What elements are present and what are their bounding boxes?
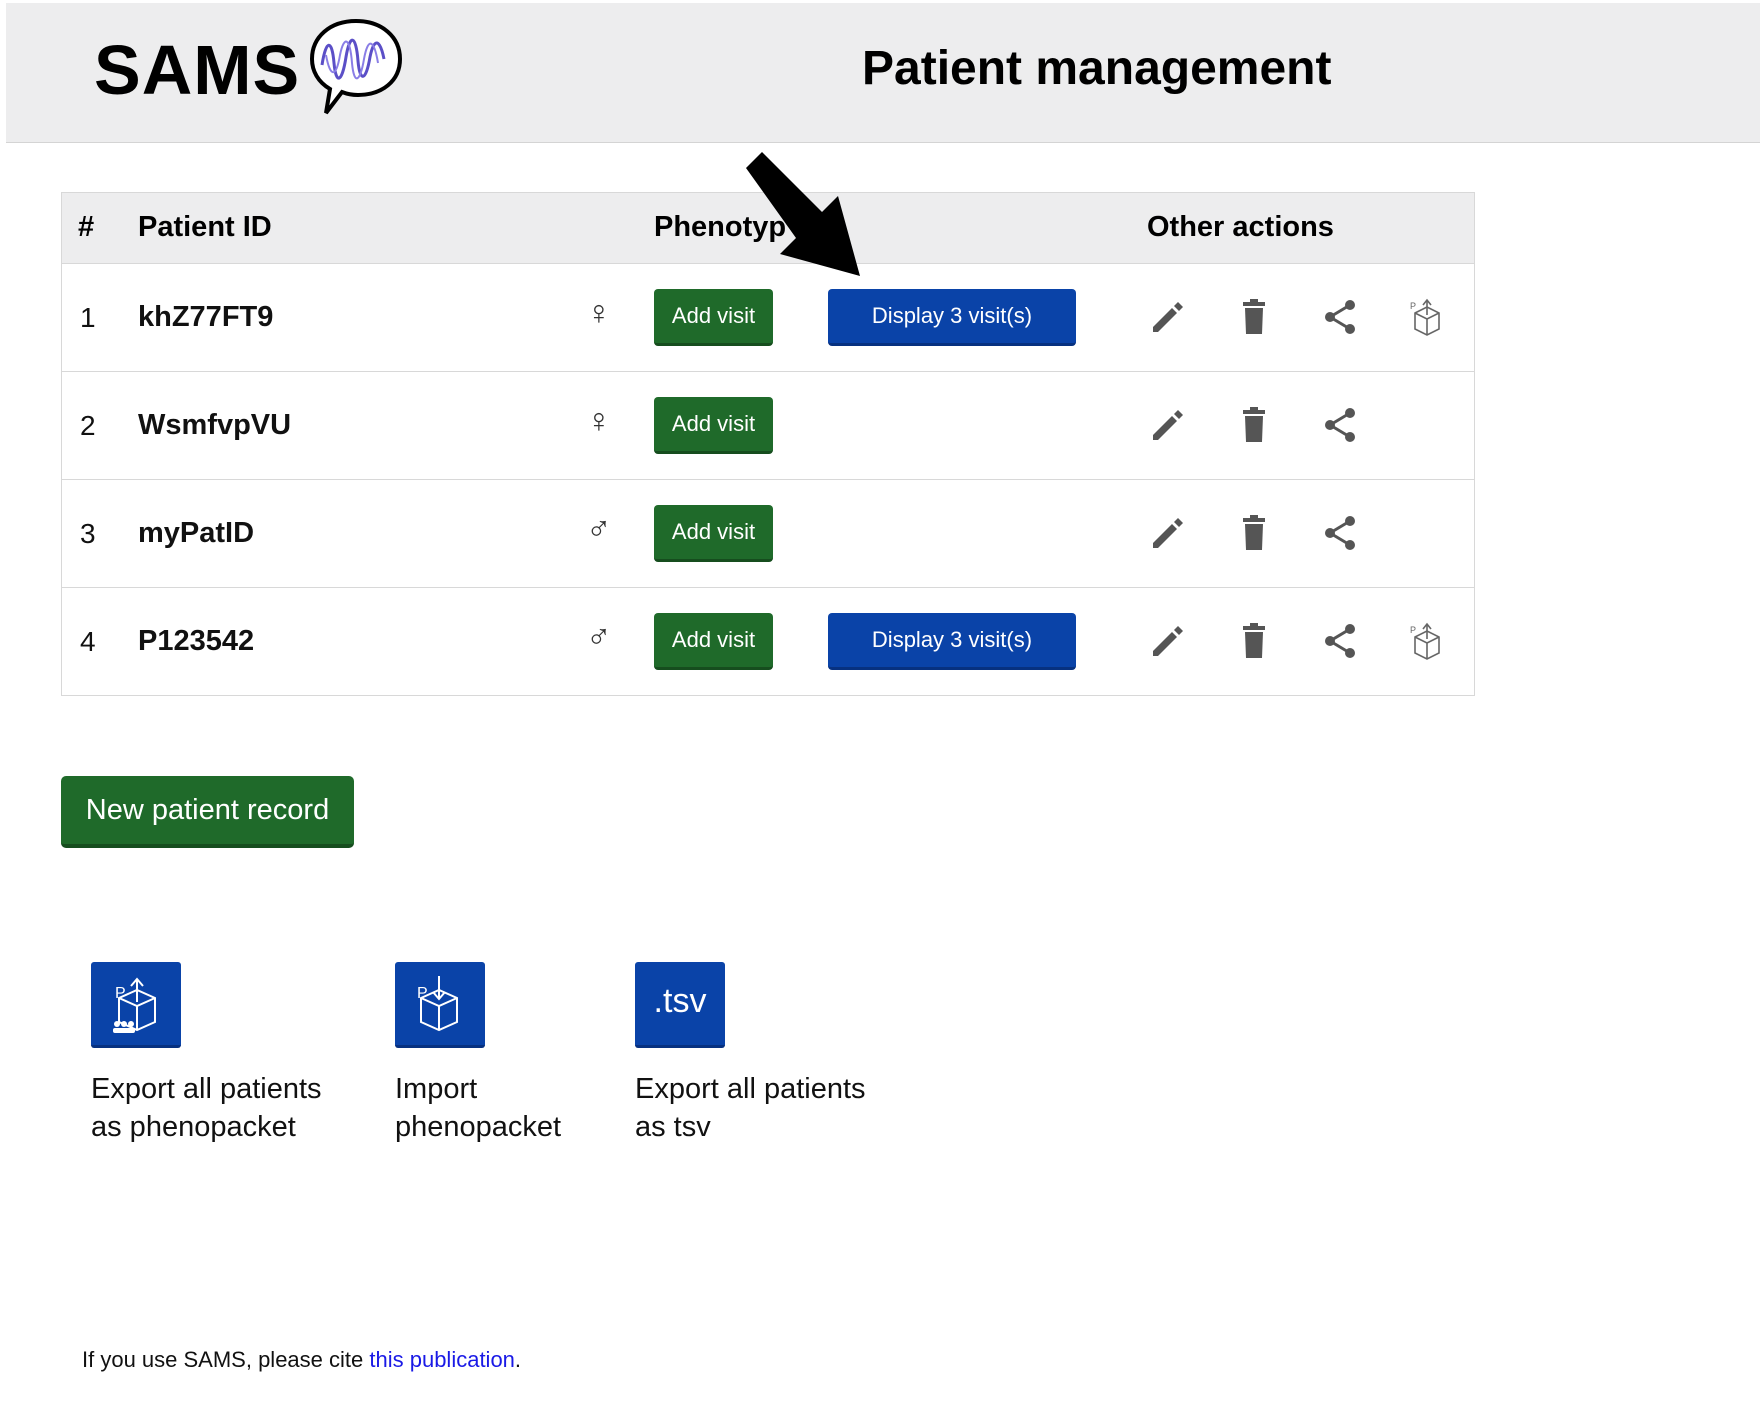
male-icon: ♂ xyxy=(586,618,612,656)
tool-label: Export all patients as tsv xyxy=(635,1073,866,1143)
female-icon: ♀ xyxy=(586,402,612,440)
trash-icon[interactable] xyxy=(1234,513,1274,553)
patient-id: WsmfvpVU xyxy=(138,409,292,441)
patient-id: myPatID xyxy=(138,517,255,549)
add-visit-button[interactable]: Add visit xyxy=(654,613,773,670)
export-all-tsv-tool: .tsv Export all patients as tsv xyxy=(635,962,866,1146)
table-row: 2 WsmfvpVU ♀ Add visit xyxy=(62,372,1474,480)
svg-text:P: P xyxy=(1410,301,1416,311)
import-phenopacket-button[interactable]: P xyxy=(395,962,485,1048)
footer-citation: If you use SAMS, please cite this public… xyxy=(82,1347,522,1372)
export-all-tsv-button[interactable]: .tsv xyxy=(635,962,725,1048)
patient-id: P123542 xyxy=(138,625,255,657)
add-visit-button[interactable]: Add visit xyxy=(654,397,773,454)
speech-bubble-icon xyxy=(309,18,403,115)
share-icon[interactable] xyxy=(1320,621,1360,661)
table-row: 3 myPatID ♂ Add visit xyxy=(62,480,1474,588)
pencil-icon[interactable] xyxy=(1147,405,1187,445)
display-visits-button[interactable]: Display 3 visit(s) xyxy=(828,613,1076,670)
female-icon: ♀ xyxy=(586,294,612,332)
add-visit-button[interactable]: Add visit xyxy=(654,505,773,562)
share-icon[interactable] xyxy=(1320,513,1360,553)
row-number: 2 xyxy=(80,410,96,441)
share-icon[interactable] xyxy=(1320,297,1360,337)
row-number: 1 xyxy=(80,302,96,333)
svg-text:P: P xyxy=(417,985,428,1002)
export-all-phenopacket-button[interactable]: P xyxy=(91,962,181,1048)
pencil-icon[interactable] xyxy=(1147,513,1187,553)
export-phenopacket-icon[interactable]: P xyxy=(1407,621,1447,661)
trash-icon[interactable] xyxy=(1234,405,1274,445)
trash-icon[interactable] xyxy=(1234,621,1274,661)
annotation-arrow-icon xyxy=(746,152,860,276)
male-icon: ♂ xyxy=(586,510,612,548)
tsv-icon: .tsv xyxy=(653,982,707,1020)
table-row: 1 khZ77FT9 ♀ Add visit Display 3 visit(s… xyxy=(62,264,1474,372)
tool-label: Export all patients as phenopacket xyxy=(91,1073,322,1143)
publication-link[interactable]: this publication xyxy=(369,1347,515,1372)
sams-logo[interactable]: SAMS xyxy=(88,17,408,127)
trash-icon[interactable] xyxy=(1234,297,1274,337)
page-title: Patient management xyxy=(862,42,1332,95)
export-all-phenopacket-tool: P Export all patients as phenopacket xyxy=(91,962,322,1146)
export-phenopacket-icon[interactable]: P xyxy=(1407,297,1447,337)
column-header-number: # xyxy=(78,211,95,243)
import-phenopacket-tool: P Import phenopacket xyxy=(395,962,561,1146)
tool-label: Import phenopacket xyxy=(395,1073,562,1143)
new-patient-record-button[interactable]: New patient record xyxy=(61,776,354,848)
display-visits-button[interactable]: Display 3 visit(s) xyxy=(828,289,1076,346)
share-icon[interactable] xyxy=(1320,405,1360,445)
add-visit-button[interactable]: Add visit xyxy=(654,289,773,346)
svg-text:P: P xyxy=(115,985,126,1002)
patient-id: khZ77FT9 xyxy=(138,301,274,333)
svg-text:P: P xyxy=(1410,625,1416,635)
column-header-patient-id: Patient ID xyxy=(138,211,272,243)
header: SAMS Patient management xyxy=(6,3,1760,143)
export-phenopacket-icon: P xyxy=(113,977,156,1033)
table-row: 4 P123542 ♂ Add visit Display 3 visit(s)… xyxy=(62,588,1474,695)
pencil-icon[interactable] xyxy=(1147,621,1187,661)
row-number: 3 xyxy=(80,518,96,549)
logo-text: SAMS xyxy=(94,31,301,109)
pencil-icon[interactable] xyxy=(1147,297,1187,337)
import-phenopacket-icon: P xyxy=(417,976,458,1032)
row-number: 4 xyxy=(80,626,96,657)
column-header-other-actions: Other actions xyxy=(1147,211,1334,243)
